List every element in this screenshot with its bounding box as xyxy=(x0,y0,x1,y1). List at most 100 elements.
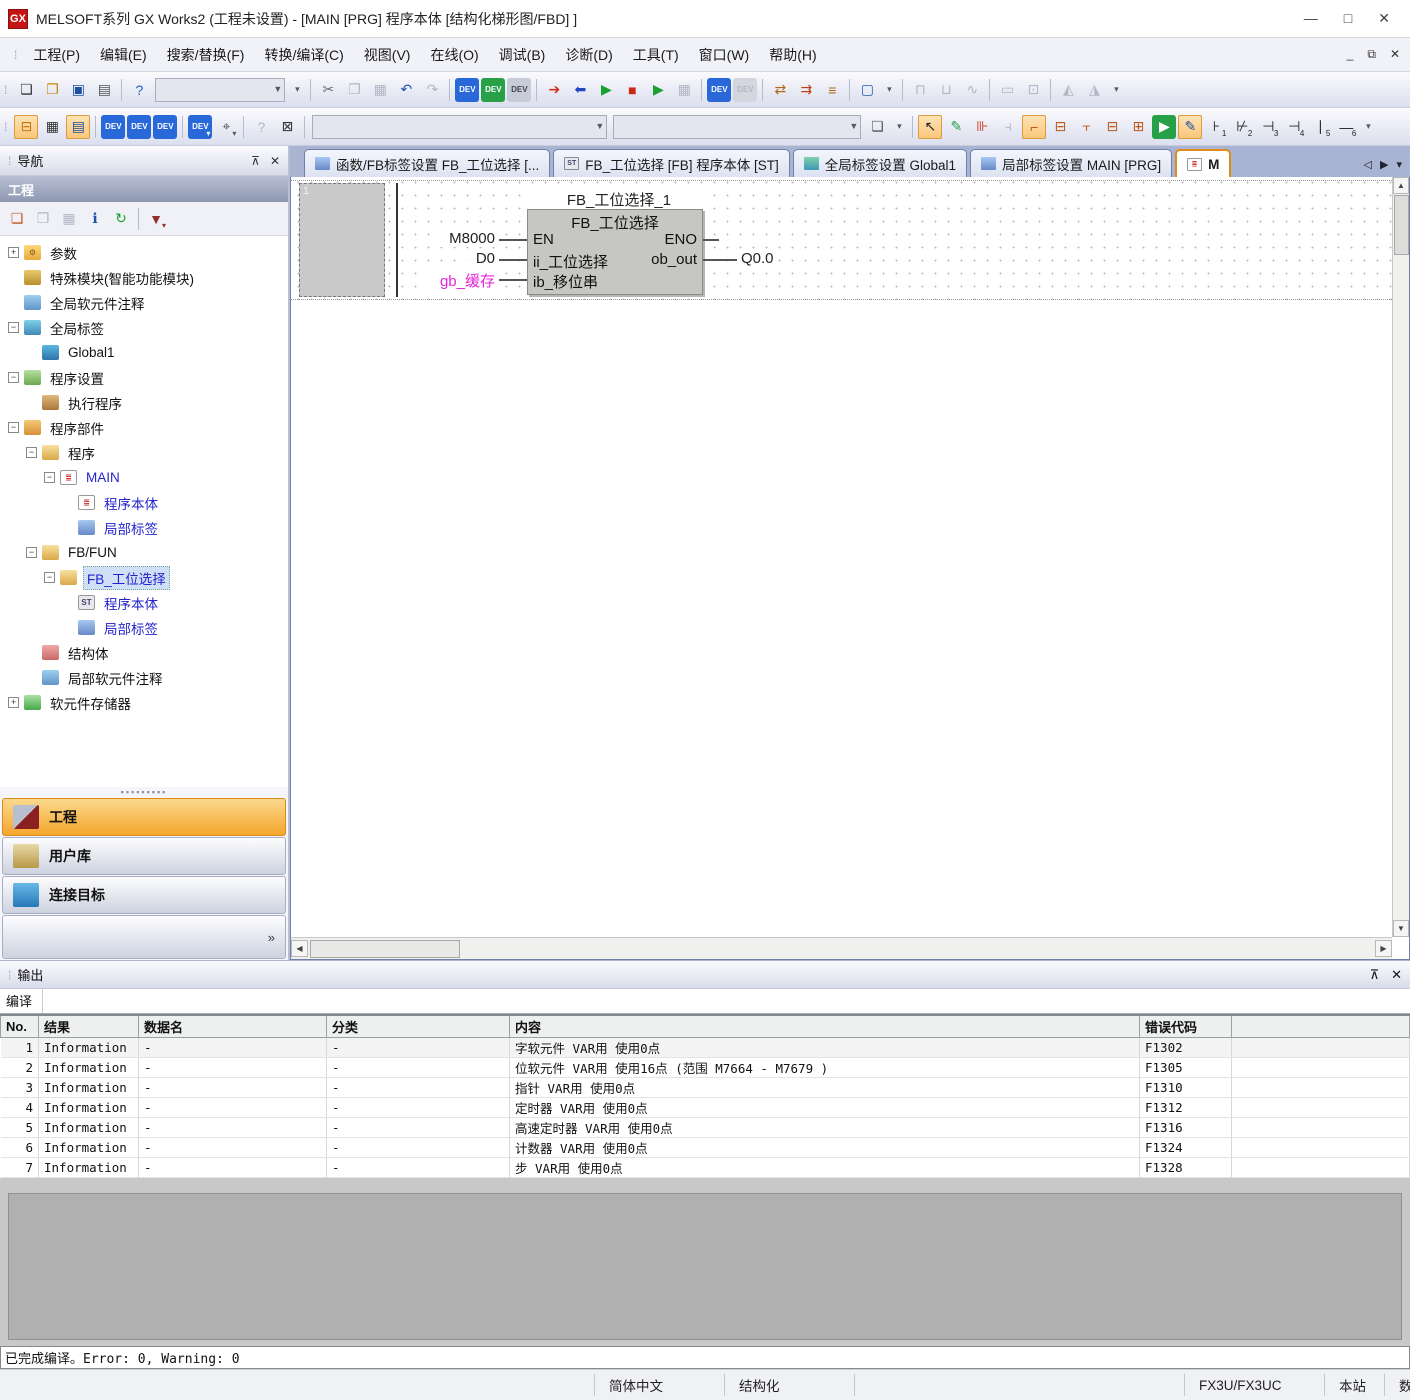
tree-item-[interactable]: −执行程序 xyxy=(0,390,288,415)
closed-contact-button[interactable]: ⊬2 xyxy=(1230,115,1254,139)
pin-ib[interactable]: ib_移位串 xyxy=(533,271,598,292)
menu-11[interactable]: 帮助(H) xyxy=(759,41,826,69)
column-header-category[interactable]: 分类 xyxy=(327,1015,510,1038)
nav-new-item-button[interactable]: ❏ xyxy=(5,207,29,231)
collapse-icon[interactable]: − xyxy=(8,322,19,333)
menu-6[interactable]: 在线(O) xyxy=(420,41,488,69)
monitor-start-button[interactable]: ▶ xyxy=(594,78,618,102)
open-branch-button[interactable]: ⊣3 xyxy=(1256,115,1280,139)
toolbar-overflow-button[interactable]: ▾ xyxy=(883,84,895,95)
compile-result-row[interactable]: 2Information--位软元件 VAR用 使用16点 (范围 M7664 … xyxy=(1,1058,1410,1078)
function-block[interactable]: FB_工位选择 EN ii_工位选择 ib_移位串 ENO ob_out xyxy=(527,209,703,295)
close-icon[interactable]: ✕ xyxy=(270,154,280,168)
device-batch-button[interactable]: DEV xyxy=(507,78,531,102)
nav-paste-button[interactable]: ▦ xyxy=(57,207,81,231)
cut-button[interactable]: ✂ xyxy=(316,78,340,102)
scroll-down-icon[interactable]: ▼ xyxy=(1393,920,1409,937)
menu-2[interactable]: 编辑(E) xyxy=(90,41,157,69)
remote-operation-button[interactable]: ▢ xyxy=(855,78,879,102)
operand-m8000[interactable]: M8000 xyxy=(439,230,497,247)
column-header-result[interactable]: 结果 xyxy=(39,1015,139,1038)
pin-icon[interactable]: ⊼ xyxy=(1370,967,1380,983)
trace-write-button[interactable]: ⊡ xyxy=(1021,78,1045,102)
tree-item-[interactable]: −局部标签 xyxy=(0,515,288,540)
closed-branch-button[interactable]: ⊣4 xyxy=(1282,115,1306,139)
device-comment-button[interactable]: DEV xyxy=(455,78,479,102)
delete-row-button[interactable]: ⊟ xyxy=(1100,115,1124,139)
device-monitor-button[interactable]: DEV xyxy=(481,78,505,102)
pin-icon[interactable]: ⊼ xyxy=(251,154,260,168)
find-value-combo[interactable]: ▼ xyxy=(613,115,861,139)
monitor-pause-button[interactable]: ▦ xyxy=(672,78,696,102)
compile-result-row[interactable]: 3Information--指针 VAR用 使用0点F1310 xyxy=(1,1078,1410,1098)
scroll-right-icon[interactable]: ▶ xyxy=(1375,940,1392,957)
operand-gb-buffer[interactable]: gb_缓存 xyxy=(423,270,497,291)
tree-item-[interactable]: −程序部件 xyxy=(0,415,288,440)
delete-column-button[interactable]: ⊞ xyxy=(1126,115,1150,139)
editor-tab-4[interactable]: 局部标签设置 MAIN [PRG] xyxy=(970,149,1172,177)
tree-item-[interactable]: −局部软元件注释 xyxy=(0,665,288,690)
nav-sort-dropdown[interactable]: ▼▾ xyxy=(144,207,168,231)
fbd-canvas[interactable]: 1 FB_工位选择_1 M8000 D0 gb_缓存 FB_工位选择 EN ii… xyxy=(291,177,1392,937)
collapse-icon[interactable]: − xyxy=(44,472,55,483)
connection-destination-view-button[interactable]: 连接目标 xyxy=(2,876,286,914)
paste-button[interactable]: ▦ xyxy=(368,78,392,102)
sampling-trace2-button[interactable]: ⊔ xyxy=(934,78,958,102)
operand-q00[interactable]: Q0.0 xyxy=(739,250,776,267)
tree-item-[interactable]: −全局软元件注释 xyxy=(0,290,288,315)
graph2-button[interactable]: ◮ xyxy=(1082,78,1106,102)
device-list-button[interactable]: DEV xyxy=(127,115,151,139)
menu-9[interactable]: 工具(T) xyxy=(623,41,689,69)
horizontal-line-button[interactable]: —6 xyxy=(1334,115,1358,139)
compile-result-row[interactable]: 1Information--字软元件 VAR用 使用0点F1302 xyxy=(1,1038,1410,1058)
editor-tab-1[interactable]: 函数/FB标签设置 FB_工位选择 [... xyxy=(304,149,550,177)
tree-item-[interactable]: −程序设置 xyxy=(0,365,288,390)
tree-item-global1[interactable]: −Global1 xyxy=(0,340,288,365)
help2-button[interactable]: ? xyxy=(249,115,273,139)
collapse-icon[interactable]: − xyxy=(26,547,37,558)
device-find-button[interactable]: DEV xyxy=(101,115,125,139)
tree-item-[interactable]: −结构体 xyxy=(0,640,288,665)
collapse-icon[interactable]: − xyxy=(26,447,37,458)
horizontal-scroll-thumb[interactable] xyxy=(310,940,460,958)
toolbar-overflow-button[interactable]: ▾ xyxy=(893,121,905,132)
compile-result-row[interactable]: 7Information--步 VAR用 使用0点F1328 xyxy=(1,1158,1410,1178)
device-search-dropdown[interactable]: ⌖▾ xyxy=(214,115,238,139)
mdi-restore-button[interactable]: ⧉ xyxy=(1367,47,1376,62)
open-contact-button[interactable]: ⊦1 xyxy=(1204,115,1228,139)
rung-number-box[interactable]: 1 xyxy=(299,183,385,297)
tree-item-main[interactable]: −≣MAIN xyxy=(0,465,288,490)
insert-row-button[interactable]: ⊟ xyxy=(1048,115,1072,139)
horizontal-scrollbar[interactable]: ◀ ▶ xyxy=(291,937,1392,959)
wire-mode-button[interactable]: ⌐ xyxy=(1022,115,1046,139)
nav-copy-button[interactable]: ❐ xyxy=(31,207,55,231)
monitor-watch-button[interactable]: ▶ xyxy=(646,78,670,102)
find-device-button[interactable]: ❏ xyxy=(865,115,889,139)
graph-button[interactable]: ◭ xyxy=(1056,78,1080,102)
expand-icon[interactable]: + xyxy=(8,247,19,258)
menu-7[interactable]: 调试(B) xyxy=(489,41,556,69)
new-project-button[interactable]: ❏ xyxy=(14,78,38,102)
tree-item-fbfun[interactable]: −FB/FUN xyxy=(0,540,288,565)
pin-en[interactable]: EN xyxy=(533,231,554,248)
work-window-toggle[interactable]: ▤ xyxy=(66,115,90,139)
cross-reference-button[interactable]: ⊠ xyxy=(275,115,299,139)
menu-3[interactable]: 搜索/替换(F) xyxy=(157,41,255,69)
editor-tab-5[interactable]: ≣M xyxy=(1175,149,1231,177)
minimize-button[interactable]: — xyxy=(1304,10,1318,27)
device-batch2-button[interactable]: DEV xyxy=(153,115,177,139)
navigation-window-toggle[interactable]: ⊟ xyxy=(14,115,38,139)
tree-item-[interactable]: −局部标签 xyxy=(0,615,288,640)
operand-d0[interactable]: D0 xyxy=(467,250,497,267)
monitor-stop-button[interactable]: ■ xyxy=(620,78,644,102)
tree-item-fb_[interactable]: −FB_工位选择 xyxy=(0,565,288,590)
close-icon[interactable]: ✕ xyxy=(1391,967,1402,983)
column-header-error-code[interactable]: 错误代码 xyxy=(1140,1015,1232,1038)
tree-item-[interactable]: −≣程序本体 xyxy=(0,490,288,515)
pin-ii[interactable]: ii_工位选择 xyxy=(533,251,608,272)
view-selector-more-button[interactable]: » xyxy=(2,915,286,959)
compile-result-row[interactable]: 4Information--定时器 VAR用 使用0点F1312 xyxy=(1,1098,1410,1118)
column-header-data-name[interactable]: 数据名 xyxy=(139,1015,327,1038)
collapse-icon[interactable]: − xyxy=(44,572,55,583)
display-setting-button[interactable]: ▶ xyxy=(1152,115,1176,139)
